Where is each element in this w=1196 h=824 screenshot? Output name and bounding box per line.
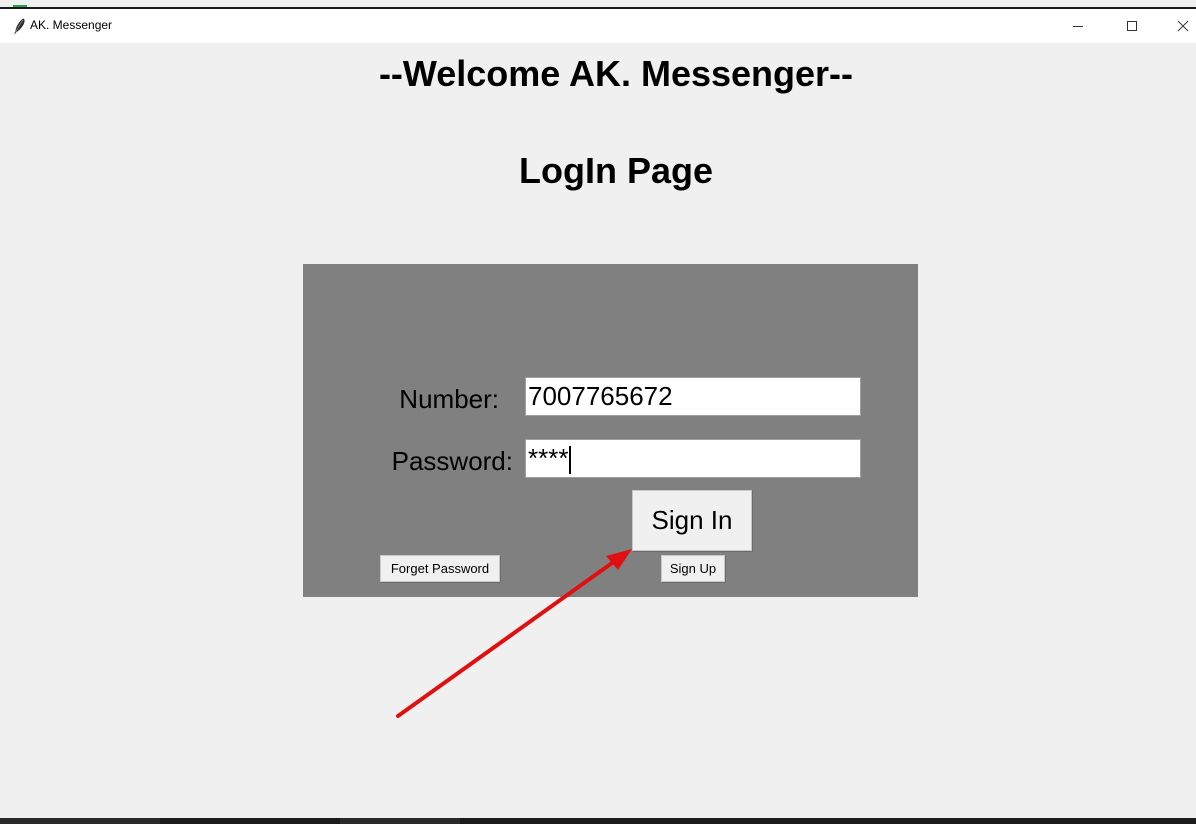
top-accent xyxy=(13,5,27,7)
app-content: --Welcome AK. Messenger-- LogIn Page Num… xyxy=(12,43,1196,818)
forget-password-button[interactable]: Forget Password xyxy=(380,555,500,582)
password-label: Password: xyxy=(391,446,513,476)
minimize-icon xyxy=(1073,26,1083,27)
maximize-button[interactable] xyxy=(1109,9,1155,43)
close-button[interactable] xyxy=(1160,9,1196,43)
taskbar-edge xyxy=(0,818,1196,824)
login-panel: Number: 7007765672 Password: **** Sign I… xyxy=(303,264,918,597)
welcome-heading: --Welcome AK. Messenger-- xyxy=(378,53,854,94)
number-input[interactable]: 7007765672 xyxy=(525,377,861,416)
sign-in-button[interactable]: Sign In xyxy=(632,490,752,551)
password-input[interactable]: **** xyxy=(525,439,861,478)
sign-up-button[interactable]: Sign Up xyxy=(661,555,725,582)
number-label: Number: xyxy=(399,384,499,414)
maximize-icon xyxy=(1127,21,1137,31)
page-title: LogIn Page xyxy=(518,150,713,191)
feather-icon xyxy=(11,17,29,35)
top-border xyxy=(0,0,1196,9)
text-caret xyxy=(569,446,572,475)
window-title: AK. Messenger xyxy=(30,18,113,32)
minimize-button[interactable] xyxy=(1055,9,1101,43)
window-titlebar[interactable]: AK. Messenger xyxy=(0,9,1196,43)
number-value: 7007765672 xyxy=(528,381,673,411)
close-icon xyxy=(1177,20,1189,32)
password-value: **** xyxy=(528,443,569,473)
